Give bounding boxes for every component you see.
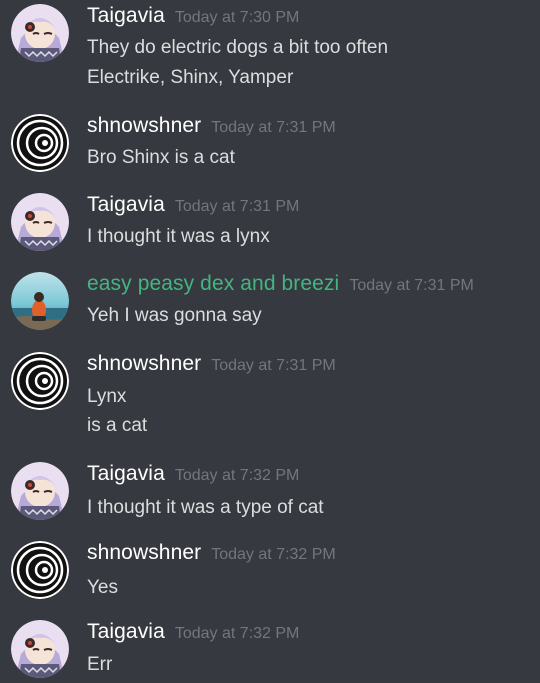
- timestamp: Today at 7:32 PM: [174, 467, 300, 484]
- timestamp: Today at 7:31 PM: [211, 119, 336, 136]
- message-header: Taigavia Today at 7:32 PM: [87, 462, 299, 490]
- message-header: Taigavia Today at 7:31 PM: [87, 193, 299, 221]
- message-header: shnowshner Today at 7:31 PM: [87, 352, 336, 380]
- anime-girl-avatar[interactable]: [11, 462, 69, 520]
- username[interactable]: Taigavia: [87, 4, 165, 28]
- username[interactable]: shnowshner: [87, 352, 201, 376]
- message-text: Lynx: [87, 386, 127, 407]
- timestamp: Today at 7:30 PM: [174, 9, 300, 26]
- message-text: Yes: [87, 577, 118, 598]
- message-header: shnowshner Today at 7:32 PM: [87, 541, 336, 569]
- message-text: I thought it was a lynx: [87, 226, 270, 247]
- beach-avatar[interactable]: [11, 272, 69, 330]
- message-header: Taigavia Today at 7:32 PM: [87, 620, 299, 648]
- message-header: Taigavia Today at 7:30 PM: [87, 4, 299, 32]
- message-text: Bro Shinx is a cat: [87, 147, 235, 168]
- timestamp: Today at 7:31 PM: [211, 357, 336, 374]
- message-text: Err: [87, 654, 113, 675]
- username[interactable]: Taigavia: [87, 193, 165, 217]
- timestamp: Today at 7:31 PM: [349, 277, 474, 294]
- username[interactable]: shnowshner: [87, 114, 201, 138]
- anime-girl-avatar[interactable]: [11, 4, 69, 62]
- username[interactable]: Taigavia: [87, 620, 165, 644]
- anime-girl-avatar[interactable]: [11, 620, 69, 678]
- anime-girl-avatar[interactable]: [11, 193, 69, 251]
- message-text: Yeh I was gonna say: [87, 305, 262, 326]
- username[interactable]: shnowshner: [87, 541, 201, 565]
- chat-message-list: Taigavia Today at 7:30 PM They do electr…: [0, 0, 540, 683]
- timestamp: Today at 7:31 PM: [174, 198, 300, 215]
- timestamp: Today at 7:32 PM: [211, 546, 336, 563]
- message-text: They do electric dogs a bit too often: [87, 37, 389, 58]
- swirl-avatar[interactable]: [11, 352, 69, 410]
- message-text: Electrike, Shinx, Yamper: [87, 67, 294, 88]
- username[interactable]: easy peasy dex and breezi: [87, 272, 339, 296]
- message-header: shnowshner Today at 7:31 PM: [87, 114, 336, 142]
- swirl-avatar[interactable]: [11, 114, 69, 172]
- message-header: easy peasy dex and breezi Today at 7:31 …: [87, 272, 474, 300]
- message-text: is a cat: [87, 415, 148, 436]
- message-text: I thought it was a type of cat: [87, 497, 324, 518]
- timestamp: Today at 7:32 PM: [174, 625, 300, 642]
- username[interactable]: Taigavia: [87, 462, 165, 486]
- swirl-avatar[interactable]: [11, 541, 69, 599]
